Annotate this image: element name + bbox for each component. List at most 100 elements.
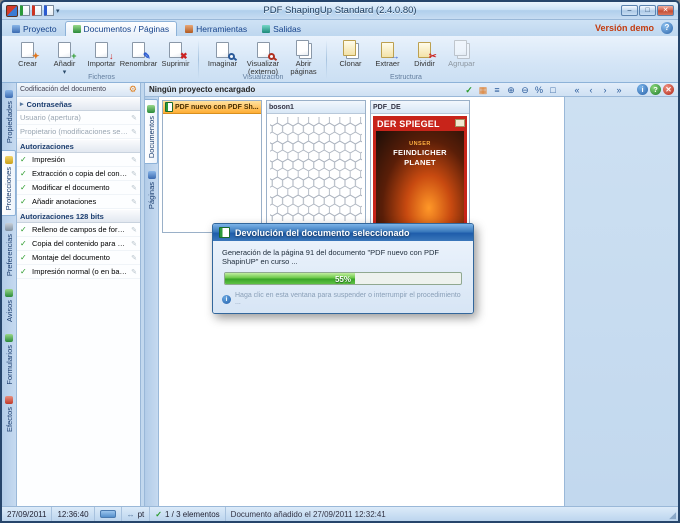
row-copia-accesibilidad[interactable]: ✓ Copia del contenido para accesibilidad… (17, 237, 140, 251)
suprimir-button[interactable]: ✖ Suprimir (157, 39, 194, 69)
sidebar-tab-avisos[interactable]: Avisos (2, 284, 16, 327)
help-icon[interactable]: ? (661, 22, 673, 34)
edit-icon[interactable]: ✎ (131, 114, 137, 122)
edit-icon[interactable]: ✎ (131, 268, 137, 276)
check-icon: ✓ (20, 155, 27, 164)
thumbnail-preview-honeycomb[interactable] (267, 114, 365, 232)
list-view-icon[interactable]: ≡ (491, 84, 503, 96)
zoom-in-icon[interactable]: ⊕ (505, 84, 517, 96)
edit-icon[interactable]: ✎ (131, 254, 137, 262)
status-unit[interactable]: ↔ pt (122, 507, 151, 521)
tab-documentos-paginas[interactable]: Documentos / Páginas (64, 21, 178, 36)
sidebar-tab-formularios[interactable]: Formularios (2, 329, 16, 390)
row-anadir-anotaciones[interactable]: ✓ Añadir anotaciones ✎ (17, 195, 140, 209)
dividir-label: Dividir (414, 59, 435, 68)
quick-open-icon[interactable] (44, 5, 54, 16)
quick-new-document-icon[interactable] (20, 5, 30, 16)
previous-page-icon[interactable]: ‹ (585, 84, 597, 96)
section-autorizaciones-128[interactable]: Autorizaciones 128 bits (17, 209, 140, 223)
sidebar-tab-efectos[interactable]: Efectos (2, 391, 16, 437)
crear-button[interactable]: ✦ Crear (9, 39, 46, 69)
first-page-icon[interactable]: « (571, 84, 583, 96)
properties-icon (5, 90, 13, 98)
tab-proyecto[interactable]: Proyecto (5, 22, 64, 36)
split-document-icon: ✂ (415, 40, 437, 61)
row-relleno-campos[interactable]: ✓ Relleno de campos de formulario ✎ (17, 223, 140, 237)
document-thumbnail-2[interactable]: boson1 (266, 100, 366, 233)
anadir-label: Añadir (53, 59, 76, 68)
tab-herramientas[interactable]: Herramientas (178, 22, 254, 36)
thumbnail-preview-blank[interactable] (163, 114, 261, 232)
renombrar-button[interactable]: ✎ Renombrar (120, 39, 157, 69)
section-autorizaciones[interactable]: Autorizaciones (17, 139, 140, 153)
row-extraccion[interactable]: ✓ Extracción o copia del contenido ✎ (17, 167, 140, 181)
section-contrasenas[interactable]: ▸ Contraseñas (17, 97, 140, 111)
progress-dialog[interactable]: Devolución del documento seleccionado Ge… (212, 223, 474, 314)
gear-icon[interactable]: ⚙ (129, 84, 137, 95)
check-icon: ✓ (20, 239, 27, 248)
edit-icon[interactable]: ✎ (131, 226, 137, 234)
help-circle-icon[interactable]: ? (650, 84, 661, 95)
zoom-out-icon[interactable]: ⊖ (519, 84, 531, 96)
title-bar[interactable]: ▾ PDF ShapingUp Standard (2.4.0.80) – □ … (2, 2, 678, 20)
tab-documentos[interactable]: Documentos (145, 99, 158, 165)
thumbnail-title: boson1 (267, 101, 365, 114)
sidebar-tab-propiedades[interactable]: Propiedades (2, 85, 16, 148)
row-impresion[interactable]: ✓ Impresión ✎ (17, 153, 140, 167)
info-circle-icon: i (222, 294, 231, 304)
tab-label: Herramientas (196, 24, 248, 34)
visualizar-externo-button[interactable]: Visualizar (externo) (241, 39, 285, 78)
preferences-icon (5, 223, 13, 232)
quick-access-dropdown-icon[interactable]: ▾ (56, 7, 60, 15)
imaginar-button[interactable]: Imaginar (204, 39, 241, 69)
herramientas-tab-icon (185, 25, 194, 33)
crear-label: Crear (18, 59, 37, 68)
clonar-button[interactable]: Clonar (332, 39, 369, 69)
app-icon[interactable] (6, 4, 18, 17)
tab-paginas[interactable]: Páginas (145, 166, 158, 214)
info-icon[interactable]: i (637, 84, 648, 95)
edit-icon[interactable]: ✎ (131, 198, 137, 206)
salidas-tab-icon (262, 25, 271, 33)
extraer-button[interactable]: → Extraer (369, 39, 406, 69)
project-status-label: Ningún proyecto encargado (149, 85, 256, 94)
empty-workspace (565, 97, 678, 506)
next-page-icon[interactable]: › (599, 84, 611, 96)
row-usuario-apertura[interactable]: Usuario (apertura) ✎ (17, 111, 140, 125)
sidebar-tab-preferencias[interactable]: Preferencias (2, 218, 16, 281)
error-icon[interactable]: ✕ (663, 84, 674, 95)
sidebar-tab-protecciones[interactable]: Protecciones (2, 150, 16, 217)
clonar-label: Clonar (339, 59, 362, 68)
row-propietario[interactable]: Propietario (modificaciones según autori… (17, 125, 140, 139)
pdf-document-icon (165, 102, 173, 112)
zoom-level-icon[interactable]: % (533, 84, 545, 96)
document-thumbnail-3[interactable]: PDF_DE DER SPIEGEL UNSER FEINDLICHER PLA… (370, 100, 470, 233)
dialog-title-bar[interactable]: Devolución del documento seleccionado (213, 224, 473, 241)
edit-icon[interactable]: ✎ (131, 170, 137, 178)
edit-icon[interactable]: ✎ (131, 156, 137, 164)
row-impresion-normal[interactable]: ✓ Impresión normal (o en baja resolución… (17, 265, 140, 279)
abrir-paginas-button[interactable]: Abrir páginas (285, 39, 322, 78)
agrupar-label: Agrupar (448, 59, 475, 68)
document-thumbnail-1[interactable]: PDF nuevo con PDF Sh... (162, 100, 262, 233)
importar-button[interactable]: ↓ Importar (83, 39, 120, 69)
resize-grip[interactable]: ◢ (664, 507, 678, 521)
maximize-button[interactable]: □ (639, 5, 656, 16)
minimize-button[interactable]: – (621, 5, 638, 16)
tab-salidas[interactable]: Salidas (255, 22, 308, 36)
last-page-icon[interactable]: » (613, 84, 625, 96)
thumbnail-title-label: PDF nuevo con PDF Sh... (175, 103, 259, 111)
quick-import-icon[interactable] (32, 5, 42, 16)
edit-icon[interactable]: ✎ (131, 184, 137, 192)
gallery-view-icon[interactable]: ▦ (477, 84, 489, 96)
close-button[interactable]: ✕ (657, 5, 674, 16)
validate-all-icon[interactable]: ✓ (463, 84, 475, 96)
edit-icon[interactable]: ✎ (131, 240, 137, 248)
row-montaje[interactable]: ✓ Montaje del documento ✎ (17, 251, 140, 265)
fit-page-icon[interactable]: □ (547, 84, 559, 96)
edit-icon[interactable]: ✎ (131, 128, 137, 136)
row-modificar[interactable]: ✓ Modificar el documento ✎ (17, 181, 140, 195)
thumbnail-preview-magazine[interactable]: DER SPIEGEL UNSER FEINDLICHER PLANET (371, 114, 469, 232)
dividir-button[interactable]: ✂ Dividir (406, 39, 443, 69)
anadir-button[interactable]: + Añadir ▾ (46, 39, 83, 78)
